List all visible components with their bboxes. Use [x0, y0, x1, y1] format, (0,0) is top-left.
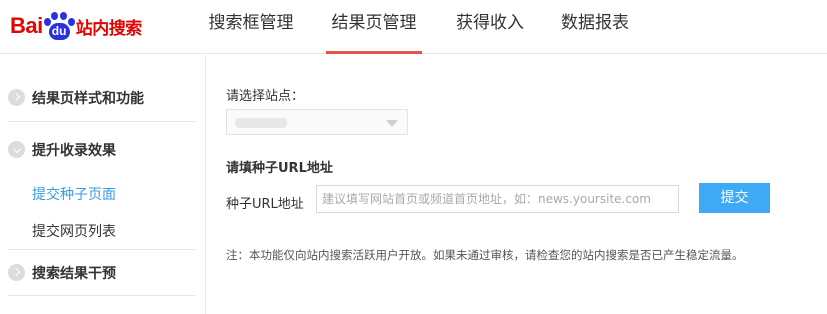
site-select-label: 请选择站点：	[226, 89, 305, 104]
tab-label: 结果页管理	[331, 13, 417, 33]
site-select-dropdown[interactable]	[226, 109, 408, 135]
chevron-down-icon	[386, 120, 398, 127]
baidu-site-search-logo[interactable]: Bai du 站内搜索	[10, 4, 142, 48]
tab-label: 获得收入	[456, 13, 524, 33]
seed-url-input[interactable]	[316, 185, 679, 213]
sidebar-section-improve-indexing[interactable]: 提升收录效果	[8, 127, 196, 174]
sidebar-section-results-style[interactable]: 结果页样式和功能	[8, 75, 196, 122]
logo-du-text: du	[51, 24, 67, 38]
sidebar-section-search-intervention[interactable]: 搜索结果干预	[8, 249, 196, 296]
chevron-right-icon	[8, 264, 25, 281]
baidu-paw-icon: du	[43, 11, 75, 41]
sidebar-section-label: 搜索结果干预	[32, 266, 116, 282]
seed-url-heading: 请填种子URL地址	[226, 161, 333, 176]
sidebar-section-label: 结果页样式和功能	[32, 91, 144, 107]
sidebar-item-submit-seed-pages[interactable]: 提交种子页面	[32, 184, 116, 204]
sidebar: 结果页样式和功能 提升收录效果 提交种子页面 提交网页列表 搜索结果干预	[0, 55, 206, 314]
tab-earn-income[interactable]: 获得收入	[448, 0, 532, 54]
logo-bai-text: Bai	[10, 13, 43, 38]
chevron-right-icon	[8, 89, 25, 106]
sidebar-item-submit-page-list[interactable]: 提交网页列表	[32, 221, 116, 241]
sidebar-section-label: 提升收录效果	[32, 143, 116, 159]
site-select-value	[235, 118, 287, 128]
submit-button[interactable]: 提交	[699, 183, 770, 213]
tab-search-box-management[interactable]: 搜索框管理	[196, 0, 306, 54]
chevron-down-icon	[8, 141, 25, 158]
logo-product-name: 站内搜索	[75, 18, 143, 39]
tab-label: 数据报表	[561, 13, 629, 33]
seed-url-label: 种子URL地址	[226, 197, 304, 212]
notice-text: 注：本功能仅向站内搜索活跃用户开放。如果未通过审核，请检查您的站内搜索是否已产生…	[226, 248, 744, 262]
active-tab-indicator	[326, 51, 422, 54]
top-navigation-bar: Bai du 站内搜索 搜索框管理 结果页管理 获得收入 数据报表	[0, 0, 827, 54]
tab-label: 搜索框管理	[208, 13, 294, 33]
tab-results-page-management[interactable]: 结果页管理	[326, 0, 422, 54]
tab-data-reports[interactable]: 数据报表	[553, 0, 637, 54]
